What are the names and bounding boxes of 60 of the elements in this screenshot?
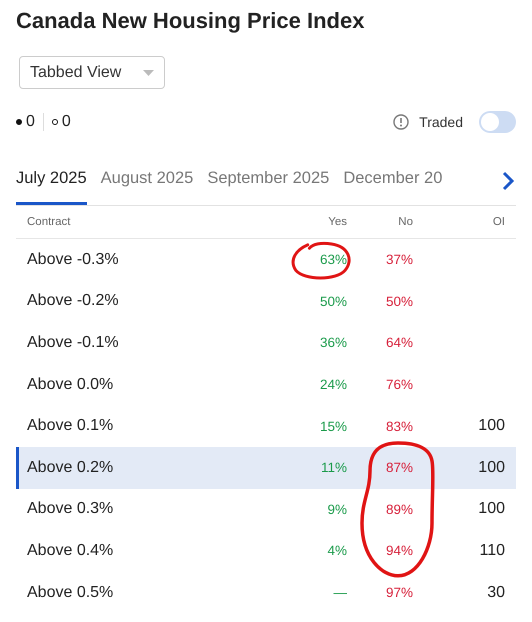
- oi-cell-text: 100: [477, 458, 505, 477]
- column-header: OI: [492, 216, 505, 228]
- chevron-right-icon[interactable]: [500, 171, 516, 191]
- month-tab[interactable]: September 2025: [207, 163, 330, 205]
- contract-row[interactable]: Above 0.3% 9% 89% 100: [16, 488, 516, 530]
- contract-row[interactable]: Above 0.5% — 97% 30: [16, 572, 516, 614]
- no-cell-text: 89%: [384, 502, 413, 517]
- oi-cell-text: 100: [477, 417, 505, 436]
- filled-dot-icon: [16, 119, 22, 125]
- yes-cell-text: 50%: [318, 294, 347, 309]
- traded-label: Traded: [419, 114, 463, 130]
- contract-cell-text: Above -0.1%: [27, 334, 120, 352]
- no-cell-text: 64%: [384, 335, 413, 350]
- count-label: 0: [16, 113, 43, 131]
- no-cell-text: 76%: [384, 377, 413, 392]
- no-cell-text: 87%: [384, 460, 413, 476]
- yes-cell-text: 11%: [320, 460, 347, 476]
- oi-cell-text: 110: [478, 542, 505, 560]
- contract-row[interactable]: Above 0.4% 4% 94% 110: [16, 530, 516, 572]
- column-header: Yes: [327, 216, 347, 228]
- contract-cell-text: Above 0.2%: [27, 458, 114, 477]
- yes-cell-text: 4%: [326, 543, 347, 558]
- no-cell-text: 37%: [384, 252, 413, 268]
- column-header: Contract: [27, 216, 72, 228]
- page-title: Canada New Housing Price Index: [16, 7, 366, 35]
- hollow-dot-icon: [52, 119, 58, 125]
- yes-cell-text: 9%: [326, 502, 347, 517]
- caret-icon: [143, 70, 154, 76]
- contract-cell-text: Above 0.3%: [27, 500, 114, 518]
- contract-cell-text: Above 0.0%: [27, 376, 114, 394]
- oi-cell-text: 100: [477, 500, 505, 518]
- month-tab[interactable]: July 2025: [16, 163, 87, 205]
- no-cell-text: 94%: [384, 543, 413, 558]
- contract-row[interactable]: Above -0.3% 63% 37%: [16, 239, 516, 281]
- month-tab[interactable]: December 20: [343, 163, 442, 205]
- contract-cell-text: Above 0.4%: [27, 542, 114, 560]
- column-header: No: [397, 216, 413, 228]
- no-cell-text: 97%: [384, 585, 413, 600]
- contract-cell-text: Above 0.1%: [27, 417, 114, 436]
- contract-row[interactable]: Above -0.1% 36% 64%: [16, 322, 516, 364]
- oi-cell-text: 30: [486, 584, 505, 602]
- contract-row[interactable]: Above 0.1% 15% 83% 100: [16, 405, 516, 447]
- info-icon: [393, 114, 410, 130]
- month-tab[interactable]: August 2025: [100, 163, 194, 205]
- count-label: 0: [42, 113, 79, 131]
- yes-cell-text: 15%: [318, 418, 347, 434]
- contract-cell-text: Above -0.2%: [27, 292, 120, 310]
- contract-row[interactable]: Above 0.0% 24% 76%: [16, 364, 516, 406]
- yes-cell-text: 24%: [318, 377, 347, 392]
- contract-cell-text: Above -0.3%: [27, 250, 120, 269]
- traded-toggle[interactable]: [479, 111, 516, 133]
- no-cell-text: 50%: [384, 294, 413, 309]
- view-dropdown[interactable]: Tabbed View: [19, 56, 165, 89]
- contract-row[interactable]: Above -0.2% 50% 50%: [16, 280, 516, 322]
- contract-cell-text: Above 0.5%: [27, 584, 114, 602]
- yes-cell-text: —: [332, 585, 347, 600]
- contract-row[interactable]: Above 0.2% 11% 87% 100: [16, 446, 516, 489]
- no-cell-text: 83%: [384, 418, 413, 434]
- yes-cell-text: 36%: [318, 335, 347, 350]
- yes-cell: 63%: [267, 252, 347, 268]
